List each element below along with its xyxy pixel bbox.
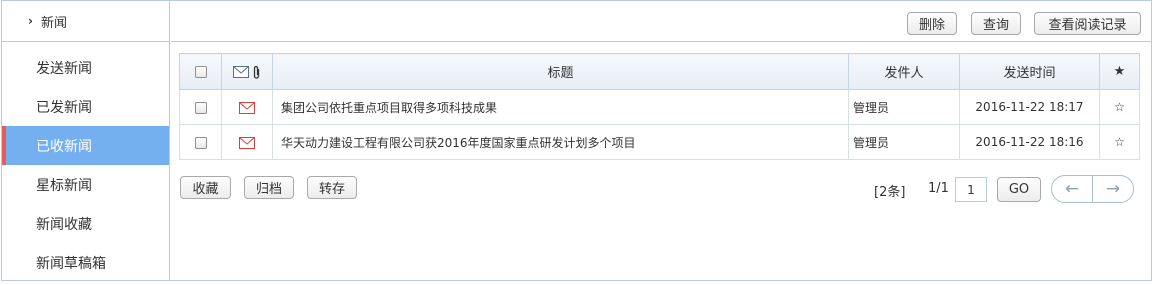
news-table: 标题 发件人 发送时间 ★ 集团公司依托重点项目取得多项科技成果 管理员 201… xyxy=(179,53,1140,160)
pager-arrows: ← → xyxy=(1051,175,1134,203)
collect-button[interactable]: 收藏 xyxy=(180,176,231,199)
sidebar-item-label: 已发新闻 xyxy=(36,99,92,116)
sidebar-item-label: 新闻收藏 xyxy=(36,216,92,233)
delete-button[interactable]: 删除 xyxy=(907,12,957,35)
table-row: 集团公司依托重点项目取得多项科技成果 管理员 2016-11-22 18:17 … xyxy=(179,89,1140,125)
query-button[interactable]: 查询 xyxy=(971,12,1021,35)
sidebar-item-news-favorites[interactable]: 新闻收藏 xyxy=(2,204,169,243)
row-mail-cell xyxy=(221,89,273,125)
sidebar-item-news-drafts[interactable]: 新闻草稿箱 xyxy=(2,243,169,282)
mail-icon xyxy=(232,65,249,78)
news-time: 2016-11-22 18:17 xyxy=(959,89,1100,125)
page-indicator: 1/1 xyxy=(928,181,949,196)
news-time: 2016-11-22 18:16 xyxy=(959,124,1100,160)
news-subject-link[interactable]: 华天动力建设工程有限公司获2016年度国家重点研发计划多个项目 xyxy=(272,124,849,160)
sidebar-item-label: 发送新闻 xyxy=(36,60,92,77)
row-mail-cell xyxy=(221,124,273,160)
paperclip-icon xyxy=(253,65,260,79)
row-checkbox[interactable] xyxy=(194,136,207,149)
sidebar-item-send-news[interactable]: 发送新闻 xyxy=(2,48,169,87)
sidebar-menu: 发送新闻 已发新闻 已收新闻 星标新闻 新闻收藏 新闻草稿箱 xyxy=(2,48,169,282)
arrow-left-icon[interactable]: ← xyxy=(1052,176,1093,202)
sender-column-header[interactable]: 发件人 xyxy=(848,53,960,90)
sidebar: › 新闻 发送新闻 已发新闻 已收新闻 星标新闻 新闻收藏 新闻草稿箱 xyxy=(2,1,170,280)
table-header-row: 标题 发件人 发送时间 ★ xyxy=(179,53,1140,90)
arrow-right-icon[interactable]: → xyxy=(1093,176,1133,202)
row-checkbox[interactable] xyxy=(194,101,207,114)
select-all-header xyxy=(179,53,222,90)
news-sender: 管理员 xyxy=(848,124,960,160)
star-outline-icon[interactable]: ☆ xyxy=(1099,89,1140,125)
toolbar: 删除 查询 查看阅读记录 xyxy=(171,1,1151,42)
subject-column-header[interactable]: 标题 xyxy=(272,53,849,90)
row-select-cell xyxy=(179,89,222,125)
chevron-right-icon: › xyxy=(28,14,33,28)
unread-mail-icon xyxy=(239,136,255,149)
page-number-input[interactable] xyxy=(955,177,987,202)
star-filled-icon: ★ xyxy=(1099,53,1140,90)
sidebar-header-label: 新闻 xyxy=(40,15,67,31)
sidebar-item-received-news[interactable]: 已收新闻 xyxy=(2,126,169,165)
sidebar-item-label: 新闻草稿箱 xyxy=(36,255,106,272)
news-sender: 管理员 xyxy=(848,89,960,125)
star-outline-icon[interactable]: ☆ xyxy=(1099,124,1140,160)
archive-button[interactable]: 归档 xyxy=(244,176,294,199)
go-button[interactable]: GO xyxy=(997,177,1041,202)
time-column-header[interactable]: 发送时间 xyxy=(959,53,1100,90)
select-all-checkbox[interactable] xyxy=(194,65,207,78)
sidebar-header[interactable]: › 新闻 xyxy=(2,1,169,42)
sidebar-item-label: 已收新闻 xyxy=(36,138,92,155)
mail-attach-header xyxy=(221,53,273,90)
sidebar-item-starred-news[interactable]: 星标新闻 xyxy=(2,165,169,204)
forward-button[interactable]: 转存 xyxy=(307,176,357,199)
table-row: 华天动力建设工程有限公司获2016年度国家重点研发计划多个项目 管理员 2016… xyxy=(179,124,1140,160)
row-select-cell xyxy=(179,124,222,160)
view-read-log-button[interactable]: 查看阅读记录 xyxy=(1034,12,1141,35)
record-count: [2条] xyxy=(874,185,906,200)
sidebar-item-label: 星标新闻 xyxy=(36,177,92,194)
news-subject-link[interactable]: 集团公司依托重点项目取得多项科技成果 xyxy=(272,89,849,125)
sidebar-item-sent-news[interactable]: 已发新闻 xyxy=(2,87,169,126)
unread-mail-icon xyxy=(239,101,255,114)
